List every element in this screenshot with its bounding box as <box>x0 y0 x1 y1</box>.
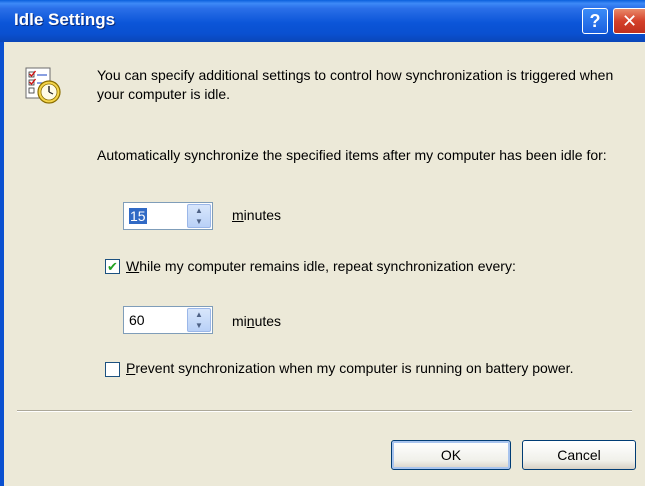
separator <box>17 410 632 412</box>
idle-minutes-spinner[interactable]: 15 ▲ ▼ <box>123 202 213 230</box>
spin-up-icon[interactable]: ▲ <box>188 205 210 216</box>
spin-up-icon[interactable]: ▲ <box>188 309 210 320</box>
idle-schedule-clock-icon <box>25 67 61 104</box>
help-button[interactable]: ? <box>582 8 608 34</box>
close-icon: ✕ <box>621 10 638 31</box>
repeat-minutes-arrows[interactable]: ▲ ▼ <box>187 308 211 332</box>
repeat-minutes-value[interactable]: 60 <box>129 312 145 328</box>
window-border <box>0 42 4 486</box>
battery-checkbox-label[interactable]: Prevent synchronization when my computer… <box>126 359 616 378</box>
idle-minutes-arrows[interactable]: ▲ ▼ <box>187 204 211 228</box>
ok-button[interactable]: OK <box>391 440 511 470</box>
intro-text: You can specify additional settings to c… <box>97 67 614 102</box>
title-bar[interactable]: Idle Settings ? ✕ <box>0 0 645 42</box>
auto-sync-label: Automatically synchronize the specified … <box>97 147 607 163</box>
idle-minutes-value[interactable]: 15 <box>129 208 147 224</box>
repeat-minutes-unit: minutes <box>232 313 282 329</box>
close-button[interactable]: ✕ <box>613 8 645 34</box>
repeat-checkbox-label[interactable]: While my computer remains idle, repeat s… <box>126 257 626 276</box>
repeat-checkbox[interactable]: ✔ <box>105 259 120 274</box>
battery-checkbox[interactable] <box>105 362 120 377</box>
idle-minutes-unit: minutes <box>232 207 282 223</box>
spin-down-icon[interactable]: ▼ <box>188 320 210 331</box>
spin-down-icon[interactable]: ▼ <box>188 216 210 227</box>
cancel-button[interactable]: Cancel <box>522 440 636 470</box>
repeat-minutes-spinner[interactable]: 60 ▲ ▼ <box>123 306 213 334</box>
help-icon: ? <box>589 10 601 31</box>
window-title: Idle Settings <box>14 10 116 29</box>
